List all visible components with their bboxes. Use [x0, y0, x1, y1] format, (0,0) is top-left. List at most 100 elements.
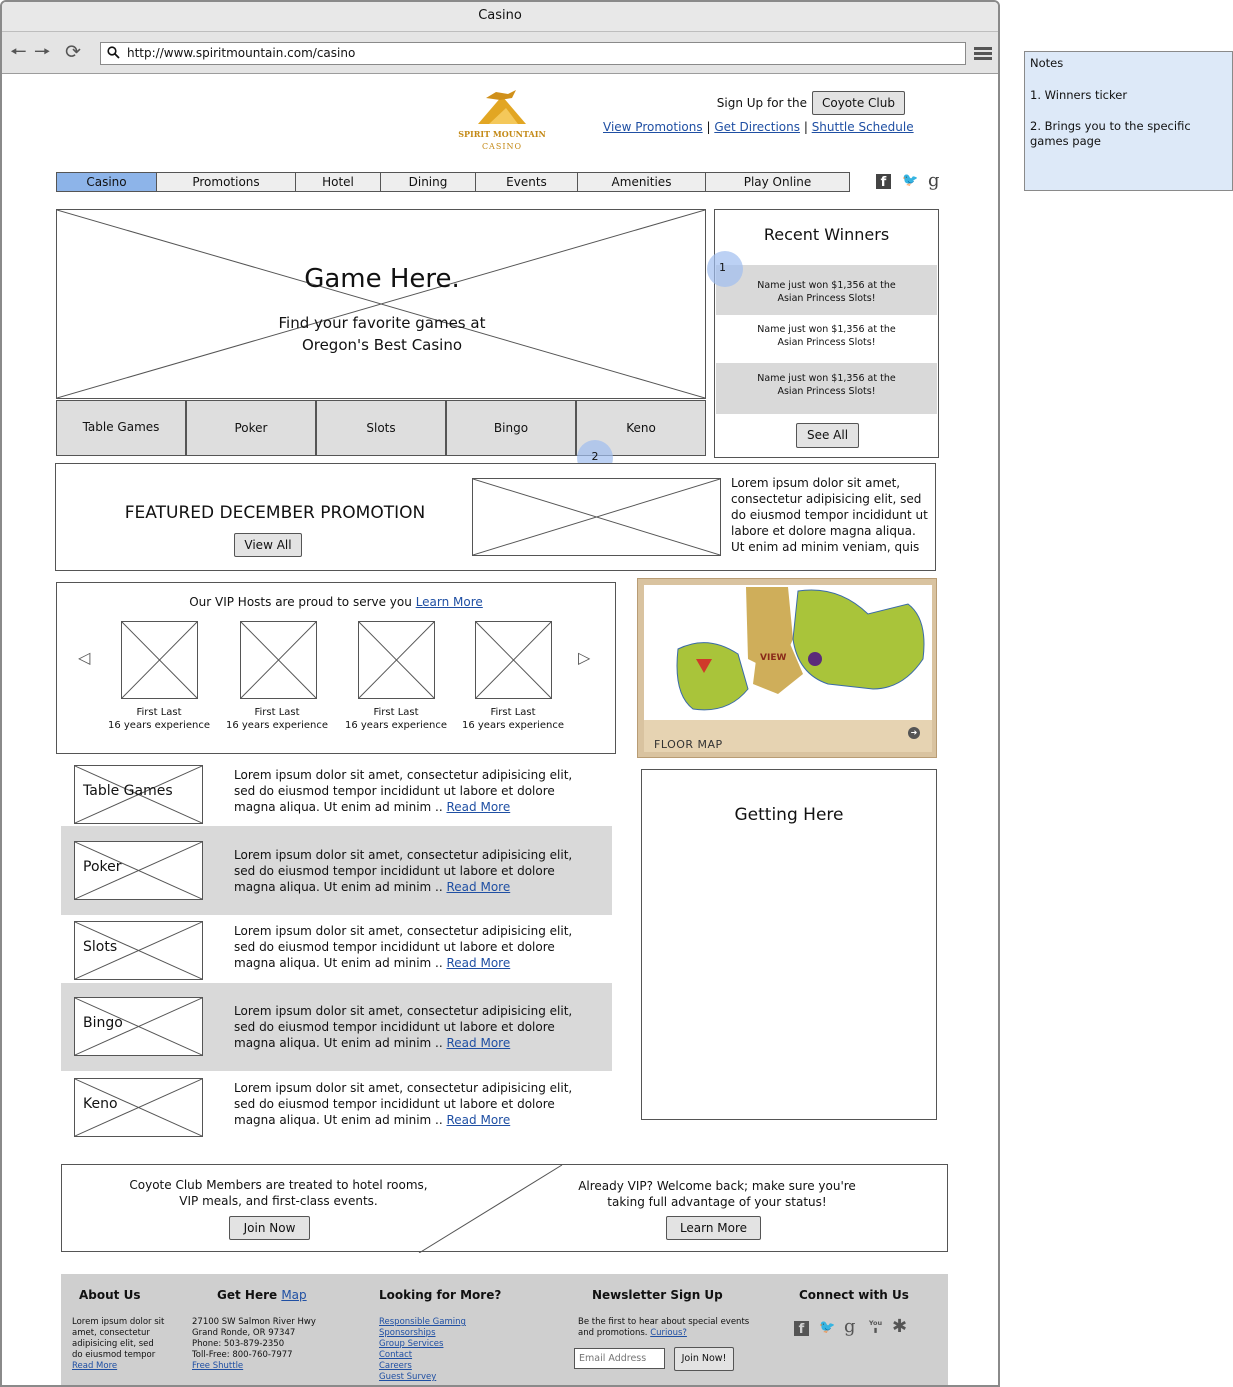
read-more-link[interactable]: Read More: [447, 880, 511, 894]
game-desc-line: Lorem ipsum dolor sit amet, consectetur …: [234, 1081, 573, 1095]
nav-dining[interactable]: Dining: [381, 173, 476, 191]
floor-map[interactable]: FLOOR MAP VIEW ➜: [637, 578, 937, 758]
carousel-prev-icon[interactable]: ◁: [78, 648, 90, 667]
reload-icon[interactable]: ⟳: [65, 41, 81, 63]
facebook-icon[interactable]: f: [794, 1321, 809, 1337]
footer-free-shuttle-link[interactable]: Free Shuttle: [192, 1361, 316, 1372]
nav-play-online[interactable]: Play Online: [706, 173, 849, 191]
promotion-image[interactable]: [472, 478, 721, 556]
nav-amenities[interactable]: Amenities: [578, 173, 706, 191]
facebook-icon[interactable]: f: [876, 174, 891, 190]
window-title: Casino: [2, 2, 998, 32]
game-desc-line: sed do eiusmod tempor incididunt ut labo…: [234, 1020, 555, 1034]
casino-logo[interactable]: SPIRIT MOUNTAIN CASINO: [456, 84, 548, 156]
email-address-input[interactable]: [574, 1348, 665, 1369]
placeholder-x-icon: [473, 479, 720, 555]
winner-row: Name just won $1,356 at the Asian Prince…: [716, 363, 937, 414]
footer-text-line: Lorem ipsum dolor sit: [72, 1317, 165, 1327]
shuttle-schedule-link[interactable]: Shuttle Schedule: [812, 120, 914, 134]
host-photo[interactable]: [475, 621, 552, 699]
carousel-next-icon[interactable]: ▷: [578, 648, 590, 667]
host-photo[interactable]: [121, 621, 198, 699]
footer-guest-survey-link[interactable]: Guest Survey: [379, 1372, 466, 1383]
forward-arrow-icon[interactable]: 🠖: [34, 41, 51, 63]
notes-title: Notes: [1030, 56, 1064, 70]
note-item: 2. Brings you to the specific games page: [1030, 119, 1191, 148]
vip-intro: Our VIP Hosts are proud to serve you Lea…: [56, 595, 616, 609]
read-more-link[interactable]: Read More: [447, 1036, 511, 1050]
read-more-link[interactable]: Read More: [447, 1113, 511, 1127]
nav-events[interactable]: Events: [476, 173, 578, 191]
host-card-text: First Last 16 years experience: [336, 706, 456, 732]
read-more-link[interactable]: Read More: [447, 956, 511, 970]
join-now-button[interactable]: Join Now: [229, 1216, 310, 1240]
see-all-button[interactable]: See All: [796, 423, 859, 448]
footer-text-line: Be the first to hear about special event…: [578, 1317, 750, 1327]
footer-group-services-link[interactable]: Group Services: [379, 1339, 466, 1350]
twitter-icon[interactable]: 🐦: [819, 1320, 835, 1335]
footer-text-line: do eiusmod tempor: [72, 1350, 156, 1360]
url-bar[interactable]: http://www.spiritmountain.com/casino: [100, 42, 966, 65]
promotion-text-line: do eiusmod tempor incididunt ut: [731, 508, 928, 522]
game-thumbnail[interactable]: Poker: [74, 841, 203, 900]
coyote-club-button[interactable]: Coyote Club: [812, 91, 905, 115]
vip-learn-more-link[interactable]: Learn More: [416, 595, 483, 609]
view-promotions-link[interactable]: View Promotions: [603, 120, 703, 134]
google-plus-icon[interactable]: g: [928, 170, 940, 191]
nav-casino[interactable]: Casino: [57, 173, 157, 191]
menu-icon[interactable]: [974, 47, 992, 60]
footer-more-title: Looking for More?: [379, 1288, 502, 1302]
game-desc-line: sed do eiusmod tempor incididunt ut labo…: [234, 1097, 555, 1111]
hero-image[interactable]: Game Here. Find your favorite games at O…: [56, 209, 706, 399]
back-arrow-icon[interactable]: 🠔: [10, 41, 27, 63]
browser-window: Casino 🠔 🠖 ⟳ http://www.spiritmountain.c…: [0, 0, 1000, 1387]
learn-more-button[interactable]: Learn More: [666, 1216, 761, 1240]
yelp-icon[interactable]: ✱: [892, 1316, 907, 1337]
game-desc-line: magna aliqua. Ut enim ad minim ..: [234, 1036, 443, 1050]
footer-curious-link[interactable]: Curious?: [650, 1328, 687, 1338]
footer-read-more-link[interactable]: Read More: [72, 1361, 164, 1372]
arrow-right-icon[interactable]: ➜: [908, 727, 920, 739]
game-thumbnail[interactable]: Table Games: [74, 765, 203, 824]
footer-sponsorships-link[interactable]: Sponsorships: [379, 1328, 466, 1339]
game-thumbnail[interactable]: Bingo: [74, 997, 203, 1056]
main-nav: Casino Promotions Hotel Dining Events Am…: [56, 172, 850, 192]
game-description: Lorem ipsum dolor sit amet, consectetur …: [234, 1080, 584, 1128]
tab-table-games[interactable]: Table Games: [56, 400, 186, 456]
host-photo[interactable]: [358, 621, 435, 699]
tab-bingo[interactable]: Bingo: [446, 400, 576, 456]
club-left-line: VIP meals, and first-class events.: [179, 1194, 378, 1208]
game-thumbnail[interactable]: Slots: [74, 921, 203, 980]
host-experience: 16 years experience: [107, 720, 211, 731]
get-directions-link[interactable]: Get Directions: [714, 120, 800, 134]
winner-text: Name just won $1,356 at the: [757, 324, 896, 335]
host-name: First Last: [373, 707, 419, 718]
nav-promotions[interactable]: Promotions: [157, 173, 296, 191]
view-all-button[interactable]: View All: [234, 533, 302, 557]
game-description: Lorem ipsum dolor sit amet, consectetur …: [234, 767, 584, 815]
game-description: Lorem ipsum dolor sit amet, consectetur …: [234, 847, 584, 895]
footer-text-line: Toll-Free: 800-760-7977: [192, 1350, 293, 1360]
game-desc-line: magna aliqua. Ut enim ad minim ..: [234, 800, 443, 814]
host-photo[interactable]: [240, 621, 317, 699]
footer-contact-link[interactable]: Contact: [379, 1350, 466, 1361]
newsletter-join-button[interactable]: Join Now!: [674, 1347, 734, 1371]
footer-about-title: About Us: [79, 1288, 141, 1302]
twitter-icon[interactable]: 🐦: [902, 173, 918, 188]
tab-slots[interactable]: Slots: [316, 400, 446, 456]
recent-winners-title: Recent Winners: [763, 225, 890, 244]
footer-careers-link[interactable]: Careers: [379, 1361, 466, 1372]
game-thumbnail[interactable]: Keno: [74, 1078, 203, 1137]
read-more-link[interactable]: Read More: [447, 800, 511, 814]
youtube-icon[interactable]: You ▮: [868, 1320, 883, 1337]
footer-map-link[interactable]: Map: [281, 1288, 306, 1302]
nav-hotel[interactable]: Hotel: [296, 173, 381, 191]
footer-responsible-gaming-link[interactable]: Responsible Gaming: [379, 1317, 466, 1328]
game-desc-line: magna aliqua. Ut enim ad minim ..: [234, 956, 443, 970]
logo-line1: SPIRIT MOUNTAIN: [458, 129, 546, 139]
host-name: First Last: [136, 707, 182, 718]
signup-prefix: Sign Up for the: [716, 96, 807, 110]
game-desc-line: Lorem ipsum dolor sit amet, consectetur …: [234, 848, 573, 862]
tab-poker[interactable]: Poker: [186, 400, 316, 456]
google-plus-icon[interactable]: g: [844, 1316, 856, 1337]
